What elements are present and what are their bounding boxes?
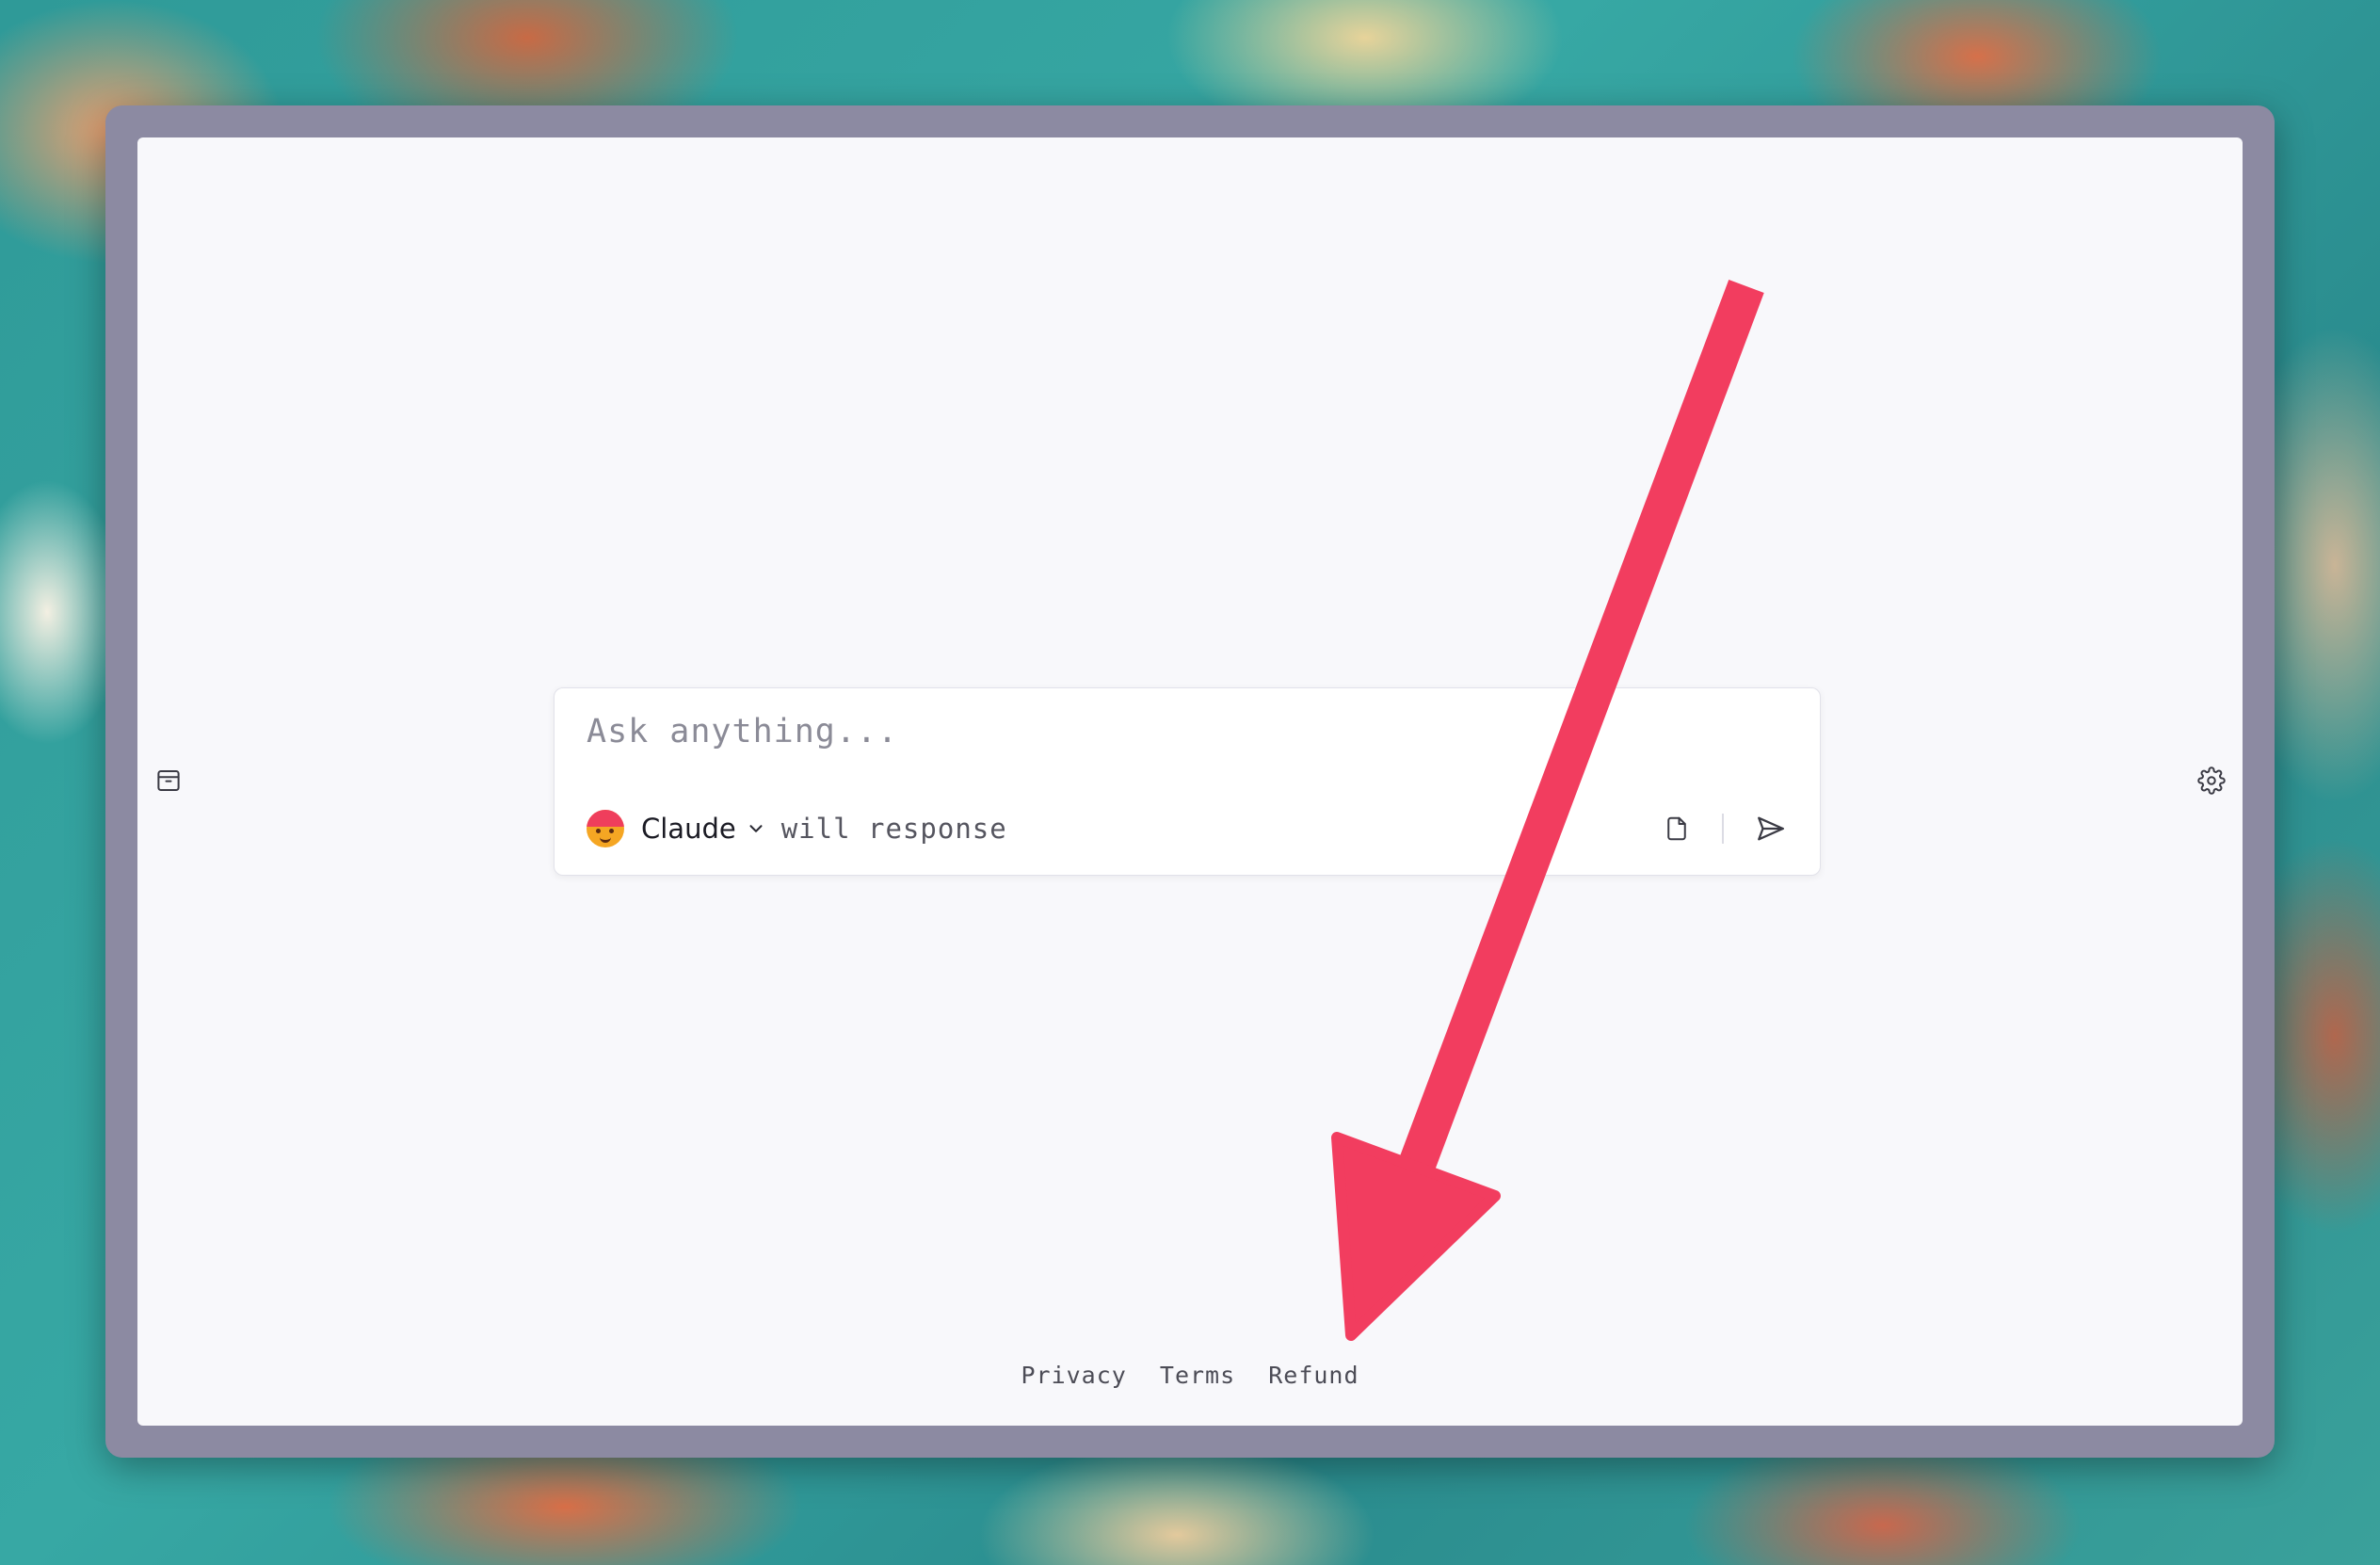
refund-link[interactable]: Refund bbox=[1268, 1362, 1359, 1389]
chevron-down-icon[interactable] bbox=[746, 818, 766, 839]
action-divider bbox=[1722, 814, 1724, 844]
composer-actions bbox=[1656, 805, 1792, 852]
main-panel: Claude will response bbox=[137, 137, 2243, 1426]
model-suffix-text: will response bbox=[780, 813, 1007, 845]
chat-composer: Claude will response bbox=[554, 687, 1821, 876]
footer-links: Privacy Terms Refund bbox=[137, 1362, 2243, 1389]
archive-box-icon[interactable] bbox=[153, 765, 185, 797]
chat-input[interactable] bbox=[587, 709, 1622, 754]
privacy-link[interactable]: Privacy bbox=[1021, 1362, 1126, 1389]
app-window: Claude will response bbox=[105, 105, 2275, 1458]
model-selector-row: Claude will response bbox=[587, 809, 1007, 848]
send-icon[interactable] bbox=[1750, 808, 1792, 849]
model-avatar bbox=[587, 810, 624, 847]
file-icon[interactable] bbox=[1656, 808, 1697, 849]
gear-icon[interactable] bbox=[2195, 765, 2227, 797]
terms-link[interactable]: Terms bbox=[1160, 1362, 1235, 1389]
model-name[interactable]: Claude bbox=[641, 813, 736, 845]
